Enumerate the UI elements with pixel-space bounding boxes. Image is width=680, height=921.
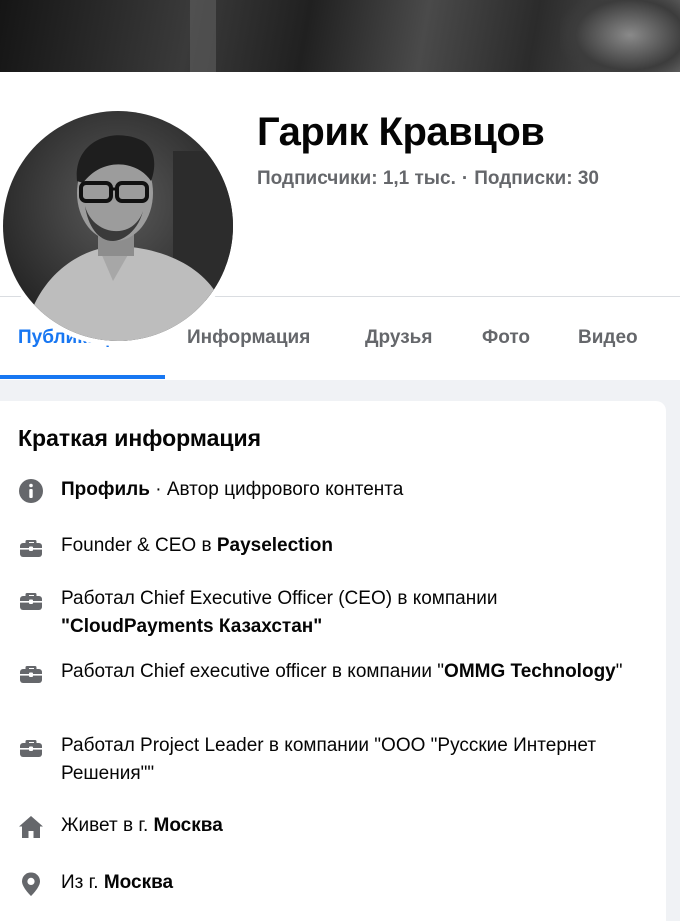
intro-item-detail: Из г. — [61, 872, 104, 893]
info-icon — [19, 479, 43, 503]
intro-item-text: Из г. Москва — [61, 869, 641, 897]
followers-link[interactable]: Подписчики: 1,1 тыс. — [257, 168, 456, 189]
location-pin-icon — [22, 872, 40, 896]
intro-card: Краткая информация Профиль · Автор цифро… — [0, 401, 666, 921]
intro-item-detail: Работал Chief executive officer в компан… — [61, 661, 445, 682]
intro-item-detail: Работал Project Leader в компании "ООО "… — [61, 735, 597, 784]
company-link[interactable]: OMMG Technology — [444, 661, 616, 682]
tab-about[interactable]: Информация — [187, 327, 310, 349]
briefcase-icon — [20, 593, 42, 610]
intro-title: Краткая информация — [18, 425, 262, 451]
city-link[interactable]: Москва — [104, 872, 173, 893]
following-link[interactable]: Подписки: 30 — [474, 168, 599, 189]
intro-item-detail: Работал Chief Executive Officer (CEO) в … — [61, 588, 498, 609]
intro-item-text: Работал Chief Executive Officer (CEO) в … — [61, 585, 641, 641]
intro-item-detail: Founder & CEO в — [61, 535, 217, 556]
tab-videos[interactable]: Видео — [578, 327, 638, 349]
intro-item-detail: " — [615, 661, 623, 682]
intro-item-text: Работал Project Leader в компании "ООО "… — [61, 732, 641, 788]
intro-item-bold[interactable]: Профиль — [61, 479, 150, 500]
home-icon — [19, 816, 43, 838]
following-count: 30 — [577, 168, 599, 189]
avatar-photo — [3, 111, 233, 341]
briefcase-icon — [20, 540, 42, 557]
company-link[interactable]: "CloudPayments Казахстан" — [61, 616, 322, 637]
briefcase-icon — [20, 740, 42, 757]
profile-name: Гарик Кравцов — [257, 110, 545, 154]
intro-item-text: Founder & CEO в Payselection — [61, 532, 641, 560]
profile-stats: Подписчики: 1,1 тыс. · Подписки: 30 — [257, 168, 599, 190]
briefcase-icon — [20, 666, 42, 683]
active-tab-indicator — [0, 375, 165, 379]
intro-item-text: Профиль · Автор цифрового контента — [61, 476, 641, 504]
stats-separator: · — [461, 168, 469, 189]
followers-label: Подписчики: — [257, 168, 378, 189]
following-label: Подписки: — [474, 168, 573, 189]
cover-photo[interactable] — [0, 0, 680, 72]
tab-photos[interactable]: Фото — [482, 327, 530, 349]
profile-avatar[interactable] — [0, 106, 238, 346]
followers-count: 1,1 тыс. — [382, 168, 456, 189]
city-link[interactable]: Москва — [154, 815, 223, 836]
intro-item-detail: · Автор цифрового контента — [149, 479, 404, 500]
company-link[interactable]: Payselection — [217, 535, 333, 556]
intro-item-text: Живет в г. Москва — [61, 812, 641, 840]
intro-item-text: Работал Chief executive officer в компан… — [61, 658, 641, 686]
tab-friends[interactable]: Друзья — [365, 327, 432, 349]
intro-item-detail: Живет в г. — [61, 815, 154, 836]
